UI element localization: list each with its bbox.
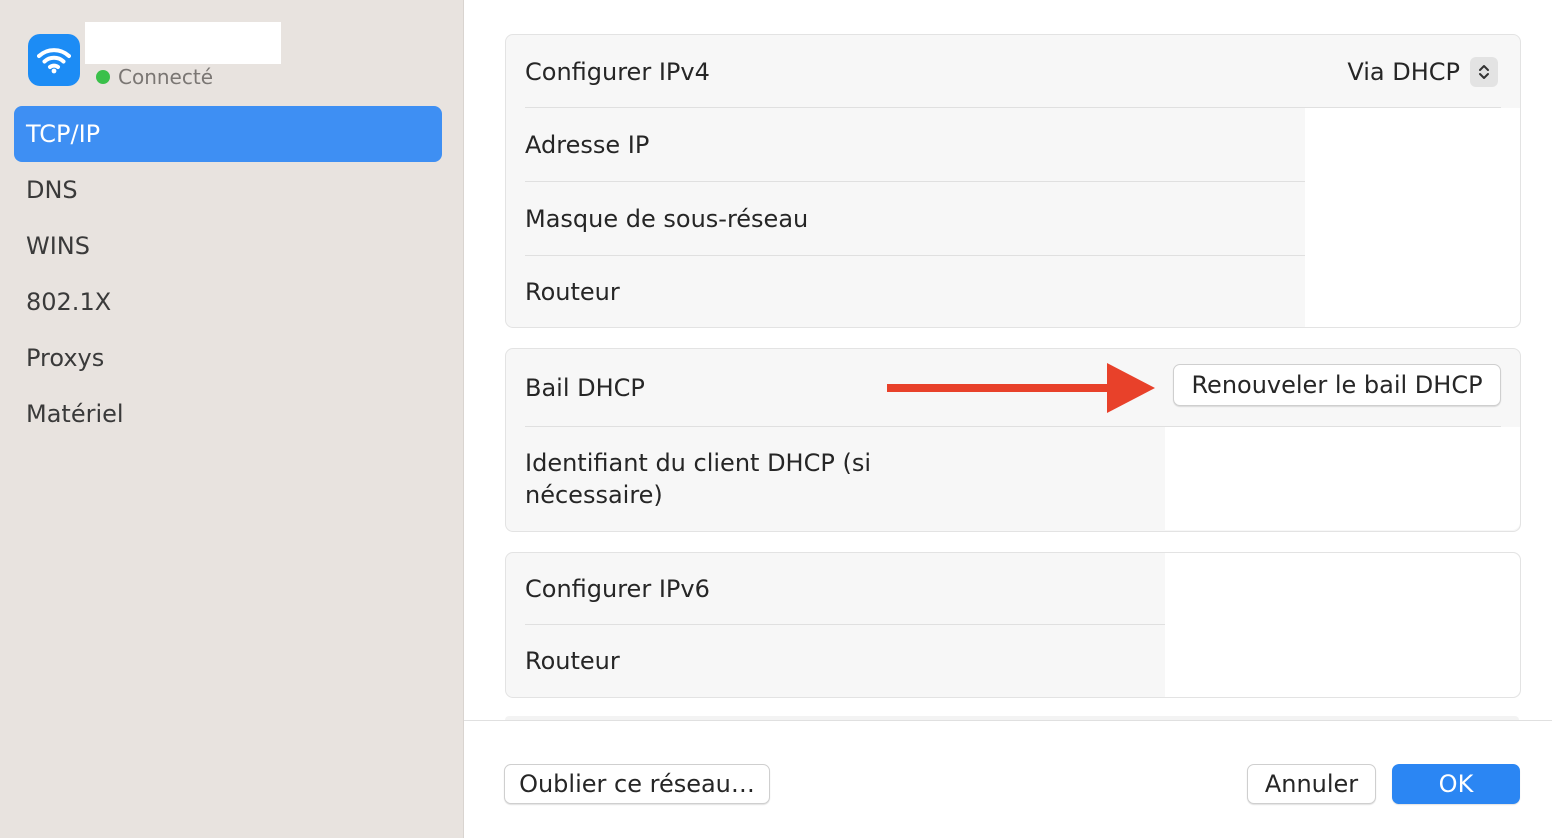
sidebar: Connecté TCP/IP DNS WINS 802.1X Proxys M…: [0, 0, 464, 838]
ip-address-value: [1305, 108, 1520, 182]
dhcp-client-id-row: Identifiant du client DHCP (si nécessair…: [506, 427, 1520, 530]
configure-ipv4-value: Via DHCP: [1347, 57, 1460, 86]
wifi-icon: [28, 34, 80, 86]
sidebar-item-8021x[interactable]: 802.1X: [14, 274, 442, 330]
sidebar-nav: TCP/IP DNS WINS 802.1X Proxys Matériel: [14, 106, 442, 442]
dhcp-client-id-label: Identifiant du client DHCP (si nécessair…: [525, 448, 871, 509]
ok-button[interactable]: OK: [1392, 764, 1520, 804]
chevron-up-down-icon: [1470, 56, 1498, 87]
router-label: Routeur: [525, 277, 620, 306]
status-dot: [96, 70, 110, 84]
router-row: Routeur: [506, 256, 1520, 327]
configure-ipv4-popup[interactable]: Via DHCP: [1347, 56, 1498, 87]
connection-status: Connecté: [96, 62, 213, 92]
ipv4-group: Configurer IPv4 Via DHCP Adresse IP Masq…: [505, 34, 1521, 328]
network-name-redacted: [85, 22, 281, 64]
ip-address-label: Adresse IP: [525, 131, 650, 159]
ipv6-router-label: Routeur: [525, 647, 620, 675]
dhcp-client-id-field[interactable]: [1165, 427, 1520, 530]
subnet-row: Masque de sous-réseau: [506, 182, 1520, 256]
sidebar-item-wins[interactable]: WINS: [14, 218, 442, 274]
annotation-arrow-icon: [887, 363, 1155, 413]
router-value: [1305, 256, 1520, 327]
cancel-button[interactable]: Annuler: [1247, 764, 1376, 804]
main-panel: Configurer IPv4 Via DHCP Adresse IP Masq…: [464, 0, 1552, 838]
renew-dhcp-lease-button[interactable]: Renouveler le bail DHCP: [1173, 364, 1501, 406]
ipv6-router-value: [1165, 625, 1520, 697]
sidebar-item-proxys[interactable]: Proxys: [14, 330, 442, 386]
configure-ipv6-value: [1165, 553, 1520, 625]
configure-ipv4-label: Configurer IPv4: [525, 57, 710, 86]
configure-ipv4-row: Configurer IPv4 Via DHCP: [506, 35, 1520, 108]
footer-separator: [464, 720, 1552, 721]
configure-ipv6-label: Configurer IPv6: [525, 575, 710, 603]
ipv6-router-row: Routeur: [506, 625, 1520, 697]
configure-ipv6-row: Configurer IPv6: [506, 553, 1520, 625]
ipv6-group: Configurer IPv6 Routeur: [505, 552, 1521, 698]
subnet-label: Masque de sous-réseau: [525, 205, 809, 233]
status-text: Connecté: [118, 65, 213, 89]
sidebar-item-dns[interactable]: DNS: [14, 162, 442, 218]
dhcp-lease-label: Bail DHCP: [525, 374, 645, 402]
ip-address-row: Adresse IP: [506, 108, 1520, 182]
sidebar-item-materiel[interactable]: Matériel: [14, 386, 442, 442]
forget-network-button[interactable]: Oublier ce réseau…: [504, 764, 770, 804]
sidebar-item-tcpip[interactable]: TCP/IP: [14, 106, 442, 162]
subnet-value: [1305, 182, 1520, 256]
